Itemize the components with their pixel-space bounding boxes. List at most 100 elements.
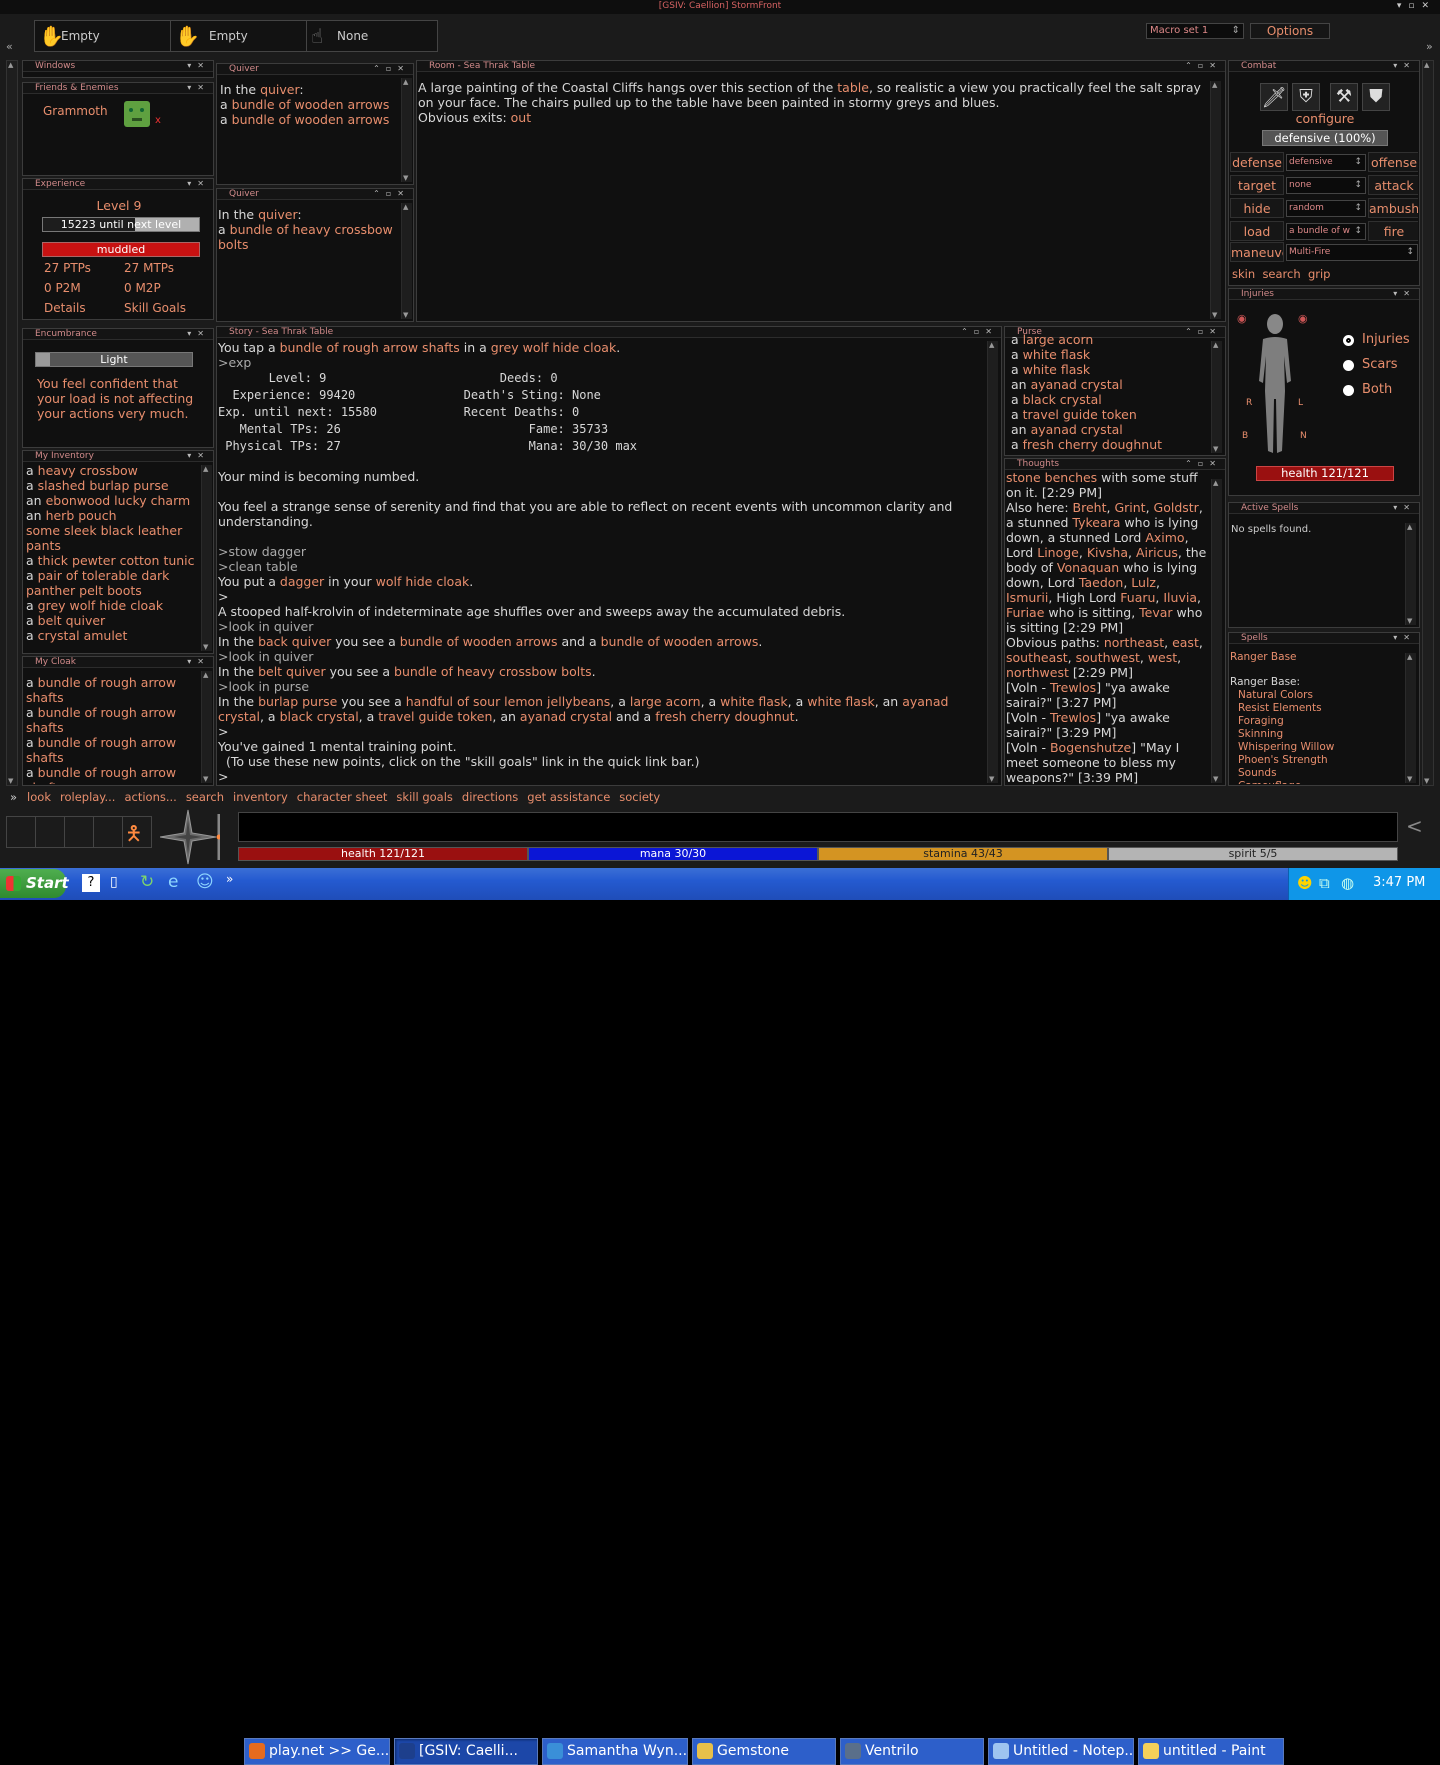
help-icon[interactable]: ? (82, 874, 100, 892)
friend-name[interactable]: Grammoth (43, 104, 108, 119)
story-link[interactable]: back quiver (258, 634, 331, 649)
player-link[interactable]: Fuaru (1120, 590, 1155, 605)
panel-controls[interactable]: ▾✕ (1393, 61, 1416, 71)
spell-slot[interactable]: ☝ None (307, 21, 437, 51)
combat-action-button[interactable]: load (1230, 221, 1284, 241)
collapse-right-icon[interactable]: » (1426, 40, 1433, 53)
scars-radio[interactable] (1343, 360, 1354, 371)
inventory-item-link[interactable]: belt quiver (38, 613, 106, 628)
inventory-scrollbar[interactable] (201, 465, 212, 651)
cloak-item-link[interactable]: bundle of rough arrow shafts (26, 765, 176, 784)
panel-controls[interactable]: ▾✕ (187, 179, 210, 189)
combat-action-button[interactable]: target (1230, 175, 1284, 195)
inventory-item-link[interactable]: crystal amulet (38, 628, 128, 643)
path-link[interactable]: northwest (1006, 665, 1069, 680)
mace-icon[interactable]: ⚒ (1330, 83, 1358, 111)
macro-set-select[interactable]: Macro set 1 ⇕ (1146, 23, 1244, 39)
taskbar-task[interactable]: Gemstone (692, 1738, 836, 1765)
combat-action-button[interactable]: hide (1230, 198, 1284, 218)
combat-select[interactable]: random (1286, 200, 1366, 217)
story-link[interactable]: travel guide token (378, 709, 492, 724)
story-scrollbar[interactable] (987, 341, 998, 783)
quick-slot[interactable] (65, 817, 94, 847)
player-link[interactable]: Breht (1073, 500, 1107, 515)
panel-controls[interactable]: ▾✕ (1393, 633, 1416, 643)
path-link[interactable]: west (1148, 650, 1177, 665)
more-icon[interactable]: » (226, 872, 233, 886)
panel-controls[interactable]: ▾✕ (187, 451, 210, 461)
network-icon[interactable]: ⧉ (1319, 874, 1330, 892)
cloak-item-link[interactable]: bundle of rough arrow shafts (26, 675, 176, 705)
shield-icon[interactable]: ⛨ (1292, 83, 1320, 111)
quick-slot[interactable] (7, 817, 36, 847)
taskbar-task[interactable]: Untitled - Notep... (988, 1738, 1134, 1765)
quick-link[interactable]: inventory (233, 790, 288, 804)
path-link[interactable]: southwest (1076, 650, 1140, 665)
scars-radio-label[interactable]: Scars (1362, 357, 1397, 372)
path-link[interactable]: northeast (1104, 635, 1164, 650)
quiver-item-link[interactable]: bundle of heavy crossbow bolts (218, 222, 393, 252)
purse-scrollbar[interactable] (1211, 341, 1222, 453)
panel-controls[interactable]: ⌃▫✕ (373, 189, 410, 199)
player-link[interactable]: Grint (1114, 500, 1145, 515)
start-button[interactable]: Start (0, 869, 69, 898)
combat-links[interactable]: skin search grip (1232, 267, 1330, 282)
left-eye-icon[interactable]: ◉ (1237, 311, 1247, 326)
skill-goals-link[interactable]: Skill Goals (124, 301, 186, 316)
spell-item[interactable]: Sounds (1238, 767, 1401, 780)
story-link[interactable]: bundle of rough arrow shafts (280, 340, 460, 355)
combat-action-button[interactable]: attack (1368, 175, 1418, 195)
spell-item[interactable]: Resist Elements (1238, 702, 1401, 715)
details-link[interactable]: Details (44, 301, 86, 316)
room-scrollbar[interactable] (1210, 81, 1221, 319)
command-input[interactable] (238, 812, 1398, 842)
taskbar-task[interactable]: [GSIV: Caelli... (394, 1738, 538, 1765)
injuries-radio-label[interactable]: Injuries (1362, 332, 1410, 347)
path-link[interactable]: east (1172, 635, 1199, 650)
story-link[interactable]: belt quiver (258, 664, 326, 679)
compass-icon[interactable] (160, 808, 220, 866)
combat-action-button[interactable]: ambush (1368, 198, 1418, 218)
player-link[interactable]: Goldstr (1154, 500, 1199, 515)
purse-item-link[interactable]: white flask (1023, 347, 1090, 362)
player-link[interactable]: Airicus (1136, 545, 1178, 560)
quick-link[interactable]: skill goals (396, 790, 452, 804)
panel-controls[interactable]: ▾✕ (187, 329, 210, 339)
terminal-icon[interactable]: ▯ (110, 874, 118, 890)
purse-item-link[interactable]: travel guide token (1023, 407, 1137, 422)
remove-friend-icon[interactable]: x (155, 113, 161, 128)
quick-link[interactable]: character sheet (297, 790, 388, 804)
inventory-item-link[interactable]: herb pouch (46, 508, 117, 523)
panel-controls[interactable]: ▾✕ (187, 61, 210, 71)
player-link[interactable]: Trewlos (1050, 680, 1096, 695)
armor-icon[interactable]: ⛊ (1362, 83, 1390, 111)
quick-link[interactable]: directions (462, 790, 518, 804)
purse-item-link[interactable]: ayanad crystal (1031, 422, 1123, 437)
options-button[interactable]: Options (1250, 23, 1330, 39)
quiver-item-link[interactable]: bundle of wooden arrows (232, 97, 390, 112)
injuries-radio[interactable] (1343, 335, 1354, 346)
left-hand-slot[interactable]: ✋ Empty (35, 21, 171, 51)
panel-controls[interactable]: ⌃▫✕ (1185, 61, 1222, 71)
command-history-icon[interactable]: < (1406, 814, 1423, 838)
inventory-item-link[interactable]: grey wolf hide cloak (38, 598, 163, 613)
cloak-item-link[interactable]: bundle of rough arrow shafts (26, 705, 176, 735)
window-controls[interactable]: ▾▫✕ (1397, 0, 1436, 13)
right-hand-slot[interactable]: ✋ Empty (171, 21, 307, 51)
collapse-left-icon[interactable]: « (6, 40, 13, 53)
player-link[interactable]: Linoge (1037, 545, 1079, 560)
player-link[interactable]: Furiae (1006, 605, 1044, 620)
link-bar-expand-icon[interactable]: » (10, 790, 17, 804)
purse-item-link[interactable]: fresh cherry doughnut (1023, 437, 1162, 452)
panel-controls[interactable]: ▾✕ (187, 657, 210, 667)
story-link[interactable]: fresh cherry doughnut (655, 709, 794, 724)
exit-out-link[interactable]: out (511, 110, 531, 125)
story-link[interactable]: burlap purse (258, 694, 337, 709)
refresh-icon[interactable]: ↻ (140, 872, 154, 892)
story-link[interactable]: wolf hide cloak (376, 574, 470, 589)
purse-item-link[interactable]: large acorn (1023, 332, 1094, 347)
inventory-item-link[interactable]: some sleek black leather pants (26, 523, 182, 553)
quiver-link[interactable]: quiver (260, 82, 299, 97)
player-link[interactable]: Bogenshutze (1050, 740, 1131, 755)
body-figure-icon[interactable] (1249, 311, 1301, 461)
